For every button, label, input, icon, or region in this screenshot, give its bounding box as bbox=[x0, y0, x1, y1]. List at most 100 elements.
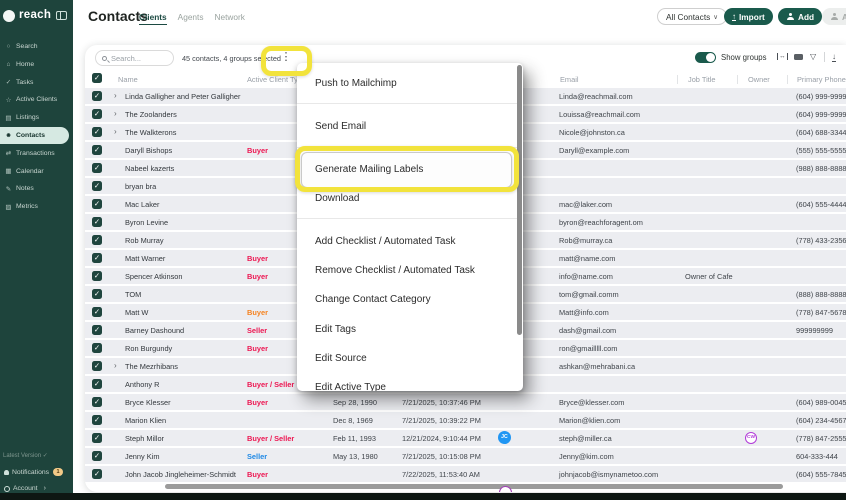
menu-item-send-email[interactable]: Send Email bbox=[315, 121, 366, 132]
row-checkbox[interactable]: ✓ bbox=[92, 235, 102, 245]
tab-agents[interactable]: Agents bbox=[178, 12, 204, 25]
search-icon bbox=[102, 56, 107, 61]
email-cell: info@name.com bbox=[559, 272, 613, 281]
column-header-email[interactable]: Email bbox=[560, 75, 578, 84]
generate-mailing-labels-highlight-annotation bbox=[295, 146, 519, 192]
row-checkbox[interactable]: ✓ bbox=[92, 217, 102, 227]
contacts-filter-dropdown[interactable]: All Contacts ∨ bbox=[657, 8, 727, 25]
notifications-label: Notifications bbox=[12, 469, 49, 476]
row-checkbox[interactable]: ✓ bbox=[92, 163, 102, 173]
expand-chevron-icon[interactable]: › bbox=[114, 109, 117, 118]
row-checkbox[interactable]: ✓ bbox=[92, 343, 102, 353]
tab-network[interactable]: Network bbox=[215, 12, 245, 25]
sidebar-item-account[interactable]: Account › bbox=[0, 485, 73, 492]
contact-name: The Walkterons bbox=[125, 128, 176, 137]
row-checkbox[interactable]: ✓ bbox=[92, 145, 102, 155]
card-view-icon[interactable] bbox=[794, 54, 803, 60]
sidebar-item-metrics[interactable]: ▨Metrics bbox=[0, 198, 73, 215]
row-checkbox[interactable]: ✓ bbox=[92, 91, 102, 101]
menu-scrollbar[interactable] bbox=[517, 65, 522, 335]
chevron-down-icon: ∨ bbox=[713, 13, 718, 21]
menu-item-change-contact-category[interactable]: Change Contact Category bbox=[315, 294, 431, 305]
sidebar-item-active-clients[interactable]: ☆Active Clients bbox=[0, 91, 73, 108]
menu-item-edit-source[interactable]: Edit Source bbox=[315, 353, 367, 364]
sidebar-item-label: Calendar bbox=[16, 168, 44, 175]
row-checkbox[interactable]: ✓ bbox=[92, 109, 102, 119]
sidebar-item-notes[interactable]: ✎Notes bbox=[0, 180, 73, 197]
show-groups-label: Show groups bbox=[721, 53, 767, 62]
table-row[interactable]: ✓John Jacob Jingleheimer-SchmidtBuyer7/2… bbox=[85, 466, 846, 482]
contact-name: Daryll Bishops bbox=[125, 146, 172, 155]
active-client-type-badge: Buyer bbox=[247, 272, 268, 281]
menu-item-download[interactable]: Download bbox=[315, 193, 359, 204]
sidebar-item-listings[interactable]: ▤Listings bbox=[0, 109, 73, 126]
sidebar-item-home[interactable]: ⌂Home bbox=[0, 56, 73, 73]
row-checkbox[interactable]: ✓ bbox=[92, 325, 102, 335]
email-cell: Rob@murray.ca bbox=[559, 236, 612, 245]
sidebar-collapse-icon[interactable] bbox=[56, 11, 67, 20]
column-header-owner[interactable]: Owner bbox=[748, 75, 770, 84]
menu-item-remove-checklist-automated-task[interactable]: Remove Checklist / Automated Task bbox=[315, 265, 475, 276]
sidebar-item-tasks[interactable]: ✓Tasks bbox=[0, 74, 73, 91]
select-all-checkbox[interactable]: ✓ bbox=[92, 73, 102, 83]
add-disabled-button: Add bbox=[822, 8, 846, 25]
row-checkbox[interactable]: ✓ bbox=[92, 307, 102, 317]
sidebar-item-transactions[interactable]: ⇄Transactions bbox=[0, 145, 73, 162]
row-checkbox[interactable]: ✓ bbox=[92, 127, 102, 137]
notification-count-badge: 1 bbox=[53, 468, 63, 476]
table-row[interactable]: ✓Jenny KimSellerMay 13, 19807/21/2025, 1… bbox=[85, 448, 846, 464]
row-checkbox[interactable]: ✓ bbox=[92, 181, 102, 191]
download-icon[interactable]: ↓ bbox=[832, 52, 836, 62]
column-header-job-title[interactable]: Job Title bbox=[688, 75, 716, 84]
row-checkbox[interactable]: ✓ bbox=[92, 361, 102, 371]
menu-item-add-checklist-automated-task[interactable]: Add Checklist / Automated Task bbox=[315, 236, 455, 247]
sidebar-item-notifications[interactable]: Notifications 1 bbox=[0, 468, 73, 476]
fit-columns-icon[interactable]: ↔ bbox=[777, 53, 788, 60]
table-row[interactable]: ✓Marion KlienDec 8, 19697/21/2025, 10:39… bbox=[85, 412, 846, 428]
row-checkbox[interactable]: ✓ bbox=[92, 289, 102, 299]
row-checkbox[interactable]: ✓ bbox=[92, 433, 102, 443]
timestamp-cell: 7/21/2025, 10:39:22 PM bbox=[402, 416, 481, 425]
contact-name: bryan bra bbox=[125, 182, 156, 191]
show-groups-toggle[interactable] bbox=[695, 52, 716, 63]
row-checkbox[interactable]: ✓ bbox=[92, 199, 102, 209]
sidebar-item-label: Home bbox=[16, 61, 34, 68]
active-client-type-badge: Seller bbox=[247, 326, 267, 335]
filter-label: All Contacts bbox=[666, 12, 710, 22]
row-checkbox[interactable]: ✓ bbox=[92, 397, 102, 407]
birthday-cell: Dec 8, 1969 bbox=[333, 416, 373, 425]
menu-item-edit-active-type[interactable]: Edit Active Type bbox=[315, 382, 386, 391]
column-header-primary-phone[interactable]: Primary Phone bbox=[797, 75, 846, 84]
active-client-type-badge: Buyer bbox=[247, 470, 268, 479]
email-cell: johnjacob@ismynametoo.com bbox=[559, 470, 658, 479]
search-placeholder: Search... bbox=[111, 54, 141, 63]
column-divider bbox=[677, 75, 678, 84]
table-row[interactable]: ✓Steph MillorBuyer / SellerFeb 11, 19931… bbox=[85, 430, 846, 446]
horizontal-scrollbar[interactable] bbox=[165, 484, 783, 489]
table-row[interactable]: ✓Bryce KlesserBuyerSep 28, 19907/21/2025… bbox=[85, 394, 846, 410]
search-input[interactable]: Search... bbox=[95, 50, 174, 66]
expand-chevron-icon[interactable]: › bbox=[114, 127, 117, 136]
menu-item-push-to-mailchimp[interactable]: Push to Mailchimp bbox=[315, 78, 397, 89]
row-checkbox[interactable]: ✓ bbox=[92, 469, 102, 479]
primary-phone-cell: 604-333-444 bbox=[796, 452, 838, 461]
row-checkbox[interactable]: ✓ bbox=[92, 451, 102, 461]
sidebar-item-contacts[interactable]: ☻Contacts bbox=[0, 127, 69, 144]
row-checkbox[interactable]: ✓ bbox=[92, 271, 102, 281]
sidebar-item-calendar[interactable]: ▦Calendar bbox=[0, 163, 73, 180]
add-button[interactable]: Add bbox=[778, 8, 822, 25]
row-checkbox[interactable]: ✓ bbox=[92, 253, 102, 263]
expand-chevron-icon[interactable]: › bbox=[114, 361, 117, 370]
tab-clients[interactable]: Clients bbox=[139, 12, 167, 25]
column-header-name[interactable]: Name bbox=[118, 75, 138, 84]
row-checkbox[interactable]: ✓ bbox=[92, 379, 102, 389]
primary-phone-cell: (778) 433-2356 bbox=[796, 236, 846, 245]
expand-chevron-icon[interactable]: › bbox=[114, 91, 117, 100]
active-client-type-badge: Buyer bbox=[247, 146, 268, 155]
import-button[interactable]: ↑ Import bbox=[724, 8, 773, 25]
row-checkbox[interactable]: ✓ bbox=[92, 415, 102, 425]
email-cell: Daryll@example.com bbox=[559, 146, 629, 155]
sidebar-item-search[interactable]: ○Search bbox=[0, 38, 73, 55]
menu-item-edit-tags[interactable]: Edit Tags bbox=[315, 324, 356, 335]
filter-funnel-icon[interactable]: ▽ bbox=[810, 52, 816, 61]
